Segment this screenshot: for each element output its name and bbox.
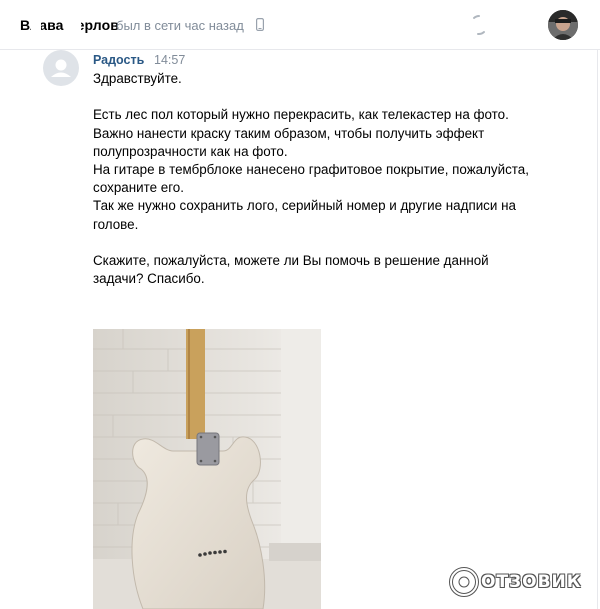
message-time[interactable]: 14:57 bbox=[154, 53, 185, 67]
sender-avatar[interactable] bbox=[43, 50, 79, 86]
watermark-text: ОТЗОВИК bbox=[481, 572, 582, 592]
online-status: был в сети час назад bbox=[116, 18, 244, 33]
message-line: Важно нанести краску таким образом, чтоб… bbox=[93, 125, 485, 159]
name-redaction bbox=[67, 12, 81, 36]
panel-border bbox=[597, 49, 598, 609]
contact-avatar[interactable] bbox=[548, 10, 578, 40]
message-line: Есть лес пол который нужно перекрасить, … bbox=[93, 107, 509, 123]
attached-photo[interactable] bbox=[93, 329, 321, 609]
otzovik-logo-icon bbox=[449, 567, 479, 597]
message-line: Скажите, пожалуйста, можете ли Вы помочь… bbox=[93, 253, 489, 287]
message-line: На гитаре в тембрблоке нанесено графитов… bbox=[93, 162, 529, 196]
message-line: Так же нужно сохранить лого, серийный но… bbox=[93, 198, 516, 232]
message-line: Здравствуйте. bbox=[93, 71, 182, 86]
name-redaction bbox=[31, 12, 41, 36]
sender-name[interactable]: Радость bbox=[93, 53, 144, 67]
mobile-phone-icon bbox=[256, 18, 264, 31]
user-placeholder-icon bbox=[51, 59, 71, 77]
otzovik-watermark: ОТЗОВИК bbox=[448, 563, 594, 603]
loading-spinner-icon bbox=[473, 15, 485, 36]
message-body: Здравствуйте. Есть лес пол который нужно… bbox=[93, 70, 533, 288]
guitar-photo bbox=[93, 329, 321, 609]
chat-header: Влава Рерлов был в сети час назад bbox=[0, 0, 600, 50]
